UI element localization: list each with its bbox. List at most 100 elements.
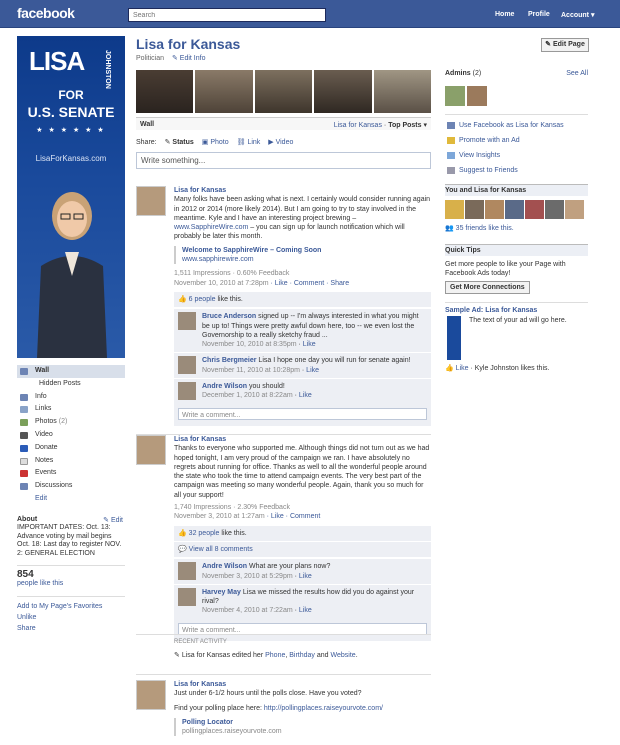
comment-like-link[interactable]: Like xyxy=(299,392,312,399)
you-and-header: You and Lisa for Kansas xyxy=(445,184,588,196)
likes-link[interactable]: 6 people xyxy=(189,296,216,303)
friend-avatar[interactable] xyxy=(445,200,464,219)
author-avatar[interactable] xyxy=(136,435,166,465)
page-category-row: Politician ✎ Edit Info xyxy=(136,54,431,62)
friend-avatar[interactable] xyxy=(505,200,524,219)
post-actions[interactable]: · Like · Comment · Share xyxy=(271,280,350,287)
likes-link[interactable]: 32 people xyxy=(189,530,220,537)
profile-picture[interactable]: LISA JOHNSTON FOR U.S. SENATE ★ ★ ★ ★ ★ … xyxy=(17,36,125,358)
see-all-link[interactable]: See All xyxy=(566,70,588,77)
friends-like-link[interactable]: 👥 35 friends like this. xyxy=(445,224,588,232)
recent-link-birthday[interactable]: Birthday xyxy=(289,652,315,659)
commenter-avatar[interactable] xyxy=(178,562,196,581)
commenter-avatar[interactable] xyxy=(178,382,196,401)
friend-avatar[interactable] xyxy=(465,200,484,219)
pencil-icon: ✎ xyxy=(103,516,109,524)
share-video[interactable]: ▶ Video xyxy=(268,139,293,146)
commenter-avatar[interactable] xyxy=(178,312,196,331)
share-link[interactable]: Share xyxy=(17,623,125,634)
commenter-avatar[interactable] xyxy=(178,587,196,606)
nav-profile[interactable]: Profile xyxy=(528,11,550,18)
nav-discussions[interactable]: Discussions xyxy=(17,480,125,493)
commenter-name[interactable]: Bruce Anderson xyxy=(202,313,256,320)
friend-avatar[interactable] xyxy=(525,200,544,219)
recent-link-website[interactable]: Website xyxy=(331,652,356,659)
strip-photo[interactable] xyxy=(254,70,313,113)
comment-like-link[interactable]: Like xyxy=(299,607,312,614)
link-url[interactable]: www.sapphirewire.com xyxy=(182,255,431,264)
strip-photo[interactable] xyxy=(314,70,372,113)
use-as-page-link[interactable]: Use Facebook as Lisa for Kansas xyxy=(445,118,588,133)
wall-filter[interactable]: Lisa for Kansas · Top Posts ▾ xyxy=(334,121,427,129)
write-comment-input[interactable]: Write a comment... xyxy=(178,407,427,420)
comment-like-link[interactable]: Like xyxy=(306,367,319,374)
nav-donate[interactable]: Donate xyxy=(17,442,125,455)
nav-photos[interactable]: Photos (2) xyxy=(17,416,125,429)
get-more-connections-button[interactable]: Get More Connections xyxy=(445,281,530,294)
friend-avatar[interactable] xyxy=(545,200,564,219)
promote-link[interactable]: Promote with an Ad xyxy=(445,133,588,148)
strip-photo[interactable] xyxy=(373,70,432,113)
ad-image[interactable] xyxy=(447,316,461,360)
nav-account[interactable]: Account ▾ xyxy=(561,11,594,19)
commenter-name[interactable]: Harvey May xyxy=(202,589,241,596)
suggest-link[interactable]: Suggest to Friends xyxy=(445,163,588,178)
post-author[interactable]: Lisa for Kansas xyxy=(174,186,431,195)
edit-info-link[interactable]: ✎ Edit Info xyxy=(172,55,206,62)
link-title[interactable]: Polling Locator xyxy=(182,718,431,727)
nav-events[interactable]: Events xyxy=(17,467,125,480)
strip-photo[interactable] xyxy=(136,70,194,113)
author-avatar[interactable] xyxy=(136,680,166,710)
facebook-logo[interactable]: facebook xyxy=(17,5,75,21)
nav-notes[interactable]: Notes xyxy=(17,455,125,468)
likes-label[interactable]: people like this xyxy=(17,580,125,587)
ad-title[interactable]: Sample Ad: Lisa for Kansas xyxy=(445,307,588,314)
view-all-comments[interactable]: 💬 View all 8 comments xyxy=(174,542,431,559)
commenter-name[interactable]: Chris Bergmeier xyxy=(202,357,256,364)
nav-home[interactable]: Home xyxy=(495,11,514,18)
comment-like-link[interactable]: Like xyxy=(303,341,316,348)
share-status[interactable]: ✎ Status xyxy=(165,139,194,146)
pic-url: LisaForKansas.com xyxy=(35,154,107,163)
comment: Andre Wilson What are your plans now? Nov… xyxy=(174,558,431,584)
author-avatar[interactable] xyxy=(136,186,166,216)
share-photo[interactable]: ▣ Photo xyxy=(202,139,229,146)
thumbs-up-icon: 👍 xyxy=(178,529,187,537)
strip-photo[interactable] xyxy=(195,70,253,113)
unlike-link[interactable]: Unlike xyxy=(17,612,125,623)
admin-avatar[interactable] xyxy=(467,86,487,106)
share-link-tab[interactable]: ⛓ Link xyxy=(237,139,261,146)
polling-url[interactable]: http://pollingplaces.raiseyourvote.com/ xyxy=(264,705,383,712)
likes-line: 👍 32 people like this. xyxy=(174,526,431,542)
edit-page-button[interactable]: ✎ Edit Page xyxy=(541,38,589,52)
friend-avatar[interactable] xyxy=(565,200,584,219)
inline-link[interactable]: www.SapphireWire.com xyxy=(174,224,248,231)
post-author[interactable]: Lisa for Kansas xyxy=(174,680,431,689)
nav-links[interactable]: Links xyxy=(17,403,125,416)
insights-link[interactable]: View Insights xyxy=(445,148,588,163)
commenter-name[interactable]: Andre Wilson xyxy=(202,563,247,570)
recent-link-phone[interactable]: Phone xyxy=(265,652,285,659)
nav-video[interactable]: Video xyxy=(17,429,125,442)
nav-wall[interactable]: Wall xyxy=(17,365,125,378)
comment-like-link[interactable]: Like xyxy=(299,573,312,580)
ad-like-link[interactable]: 👍 Like xyxy=(445,365,469,372)
nav-info[interactable]: Info xyxy=(17,391,125,404)
commenter-name[interactable]: Andre Wilson xyxy=(202,383,247,390)
add-favorites-link[interactable]: Add to My Page's Favorites xyxy=(17,601,125,612)
nav-edit[interactable]: Edit xyxy=(17,493,125,506)
search-input[interactable] xyxy=(128,8,326,22)
link-title[interactable]: Welcome to SapphireWire – Coming Soon xyxy=(182,246,431,255)
post-actions[interactable]: · Like · Comment xyxy=(267,513,321,520)
quick-tips-header: Quick Tips xyxy=(445,244,588,256)
admin-avatar[interactable] xyxy=(445,86,465,106)
info-icon xyxy=(20,393,28,401)
post-author[interactable]: Lisa for Kansas xyxy=(174,435,431,444)
write-comment-input[interactable]: Write a comment... xyxy=(178,622,427,635)
commenter-avatar[interactable] xyxy=(178,356,196,375)
nav-hidden-posts[interactable]: Hidden Posts xyxy=(17,378,125,391)
friend-avatar[interactable] xyxy=(485,200,504,219)
write-something-input[interactable]: Write something... xyxy=(136,152,431,169)
about-edit[interactable]: ✎ Edit xyxy=(103,516,123,524)
post-impressions: 1,740 Impressions · 2.30% Feedback xyxy=(174,504,290,512)
